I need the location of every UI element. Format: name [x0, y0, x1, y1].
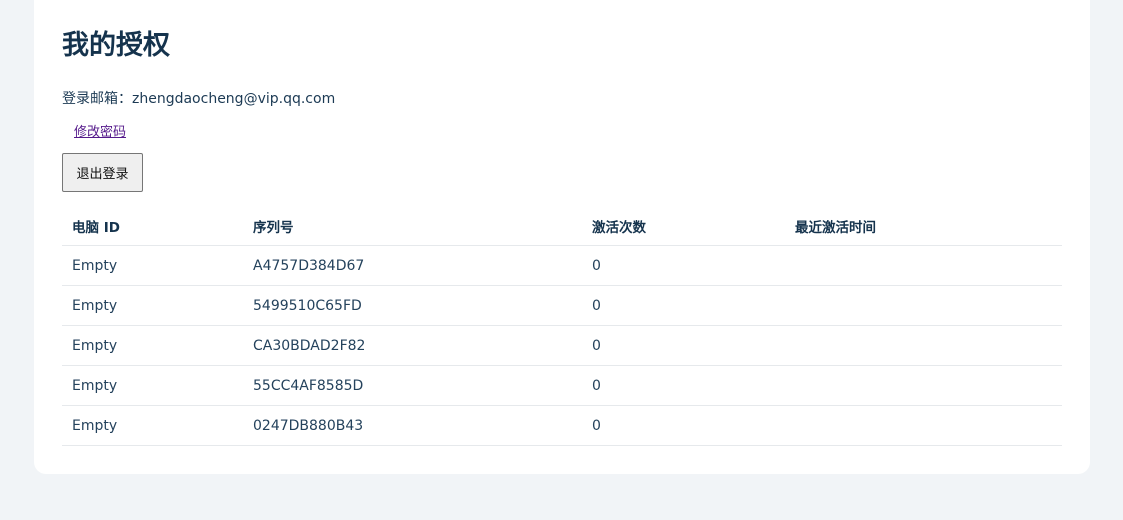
license-table: 电脑 ID 序列号 激活次数 最近激活时间 Empty A4757D384D67… [62, 206, 1062, 446]
cell-computer-id: Empty [62, 365, 243, 406]
table-row: Empty 55CC4AF8585D 0 [62, 365, 1062, 406]
table-row: Empty 0247DB880B43 0 [62, 405, 1062, 446]
cell-computer-id: Empty [62, 245, 243, 286]
table-row: Empty A4757D384D67 0 [62, 245, 1062, 286]
cell-activations: 0 [582, 405, 785, 446]
column-header-activations: 激活次数 [582, 206, 785, 246]
column-header-last-activated: 最近激活时间 [785, 206, 1062, 246]
cell-serial: 5499510C65FD [243, 285, 582, 326]
change-password-link[interactable]: 修改密码 [74, 121, 126, 140]
column-header-computer-id: 电脑 ID [62, 206, 243, 246]
cell-computer-id: Empty [62, 325, 243, 366]
table-row: Empty 5499510C65FD 0 [62, 285, 1062, 326]
page-title: 我的授权 [62, 30, 170, 61]
cell-computer-id: Empty [62, 285, 243, 326]
cell-last-activated [785, 405, 1062, 446]
cell-last-activated [785, 365, 1062, 406]
table-header-row: 电脑 ID 序列号 激活次数 最近激活时间 [62, 206, 1062, 246]
email-label: 登录邮箱： [62, 91, 132, 107]
license-card: 我的授权 登录邮箱：zhengdaocheng@vip.qq.com 修改密码 … [34, 0, 1090, 474]
table-row: Empty CA30BDAD2F82 0 [62, 325, 1062, 366]
cell-activations: 0 [582, 365, 785, 406]
cell-serial: A4757D384D67 [243, 245, 582, 286]
cell-serial: 55CC4AF8585D [243, 365, 582, 406]
login-email: 登录邮箱：zhengdaocheng@vip.qq.com [62, 88, 335, 108]
cell-serial: 0247DB880B43 [243, 405, 582, 446]
logout-button[interactable]: 退出登录 [62, 153, 143, 192]
cell-last-activated [785, 245, 1062, 286]
cell-computer-id: Empty [62, 405, 243, 446]
cell-activations: 0 [582, 245, 785, 286]
cell-activations: 0 [582, 325, 785, 366]
column-header-serial: 序列号 [243, 206, 582, 246]
email-value: zhengdaocheng@vip.qq.com [132, 91, 336, 107]
cell-serial: CA30BDAD2F82 [243, 325, 582, 366]
cell-activations: 0 [582, 285, 785, 326]
cell-last-activated [785, 325, 1062, 366]
cell-last-activated [785, 285, 1062, 326]
